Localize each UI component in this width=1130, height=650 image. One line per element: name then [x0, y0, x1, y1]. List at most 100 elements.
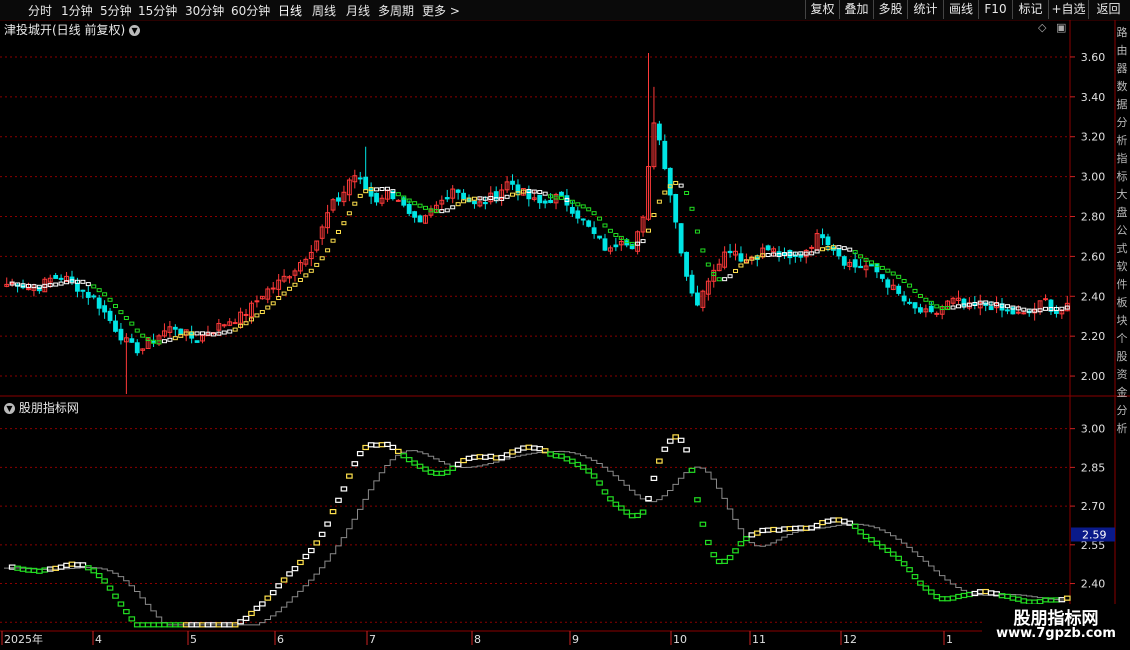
indicator-step [949, 595, 957, 601]
indicator-step [101, 578, 108, 584]
indicator-step [786, 526, 794, 532]
indicator-step [1015, 596, 1022, 602]
indicator-step [775, 527, 783, 533]
indicator-step [726, 554, 734, 561]
side-strip-char: 盘 [1117, 205, 1128, 219]
candle-body [836, 248, 842, 257]
indicator-step [302, 553, 310, 560]
y-tick-label: 3.40 [1081, 91, 1106, 104]
candle-body [336, 197, 341, 202]
ma-segment [140, 333, 146, 338]
indicator-step [927, 589, 935, 595]
indicator-step [639, 509, 647, 515]
candle-body [602, 238, 608, 251]
indicator-step [737, 541, 745, 547]
indicator-step [405, 457, 413, 463]
indicator-title: ▼ 股朋指标网 [4, 399, 79, 416]
side-strip-char: 数 [1117, 80, 1128, 93]
ma-segment [956, 304, 962, 309]
indicator-step [242, 615, 250, 621]
ma-segment [325, 248, 331, 253]
candle-body [591, 227, 597, 234]
indicator-step [378, 442, 386, 448]
indicator-step [601, 489, 609, 495]
indicator-step [770, 526, 777, 533]
ma-segment [64, 280, 70, 285]
candle-body [678, 223, 684, 254]
candle-body [510, 180, 515, 185]
candle-body [825, 236, 831, 246]
indicator-step [52, 565, 59, 571]
y-tick-label: 3.00 [1081, 171, 1106, 184]
ma-segment [102, 292, 108, 297]
x-axis-label: 8 [474, 633, 481, 646]
indicator-step [514, 447, 522, 453]
side-strip-char: 软 [1117, 259, 1128, 273]
candle-body [102, 305, 108, 313]
ma-segment [820, 247, 826, 252]
ma-segment [537, 190, 543, 195]
candle-body [178, 328, 184, 335]
candle-body [363, 176, 369, 190]
candle-body [961, 298, 967, 307]
indicator-tick-label: 2.40 [1081, 578, 1106, 591]
ma-segment [308, 268, 314, 273]
indicator-step [1042, 597, 1049, 603]
indicator-step [889, 551, 897, 557]
indicator-step [19, 566, 27, 572]
ma-segment [80, 279, 86, 284]
indicator-step [133, 622, 141, 628]
candle-body [656, 123, 662, 141]
indicator-step [1004, 593, 1011, 599]
x-axis-label: 4 [95, 633, 102, 646]
chart-canvas[interactable]: 3.60 3.40 3.20 3.00 2.80 2.60 2.40 2.20 2.00 3.00… [0, 0, 1130, 650]
candle-body [107, 310, 113, 321]
ma-segment [379, 187, 385, 192]
indicator-step [732, 548, 739, 554]
indicator-step [650, 475, 658, 481]
ma-segment [841, 246, 847, 251]
indicator-step [41, 567, 49, 573]
indicator-lag-line [4, 450, 1070, 626]
indicator-step [438, 470, 446, 476]
side-strip-char: 公 [1117, 224, 1128, 237]
side-strip-char: 析 [1117, 133, 1128, 147]
indicator-step [90, 568, 98, 574]
indicator-step [764, 527, 772, 533]
indicator-step [307, 547, 315, 554]
indicator-step [286, 571, 293, 577]
indicator-step [492, 455, 500, 461]
indicator-step [487, 453, 495, 459]
value-box-label: 2.59 [1082, 528, 1107, 541]
indicator-step [830, 517, 837, 523]
indicator-step [944, 596, 951, 602]
ma-segment [597, 216, 603, 221]
candle-body [689, 274, 695, 294]
indicator-step [329, 509, 337, 515]
ma-segment [879, 265, 885, 270]
indicator-step [857, 529, 864, 535]
indicator-step [634, 512, 641, 519]
ma-segment [950, 305, 956, 310]
ma-segment [455, 202, 461, 207]
indicator-step [530, 445, 538, 451]
x-axis-label: 1 [946, 633, 953, 646]
candle-body [96, 297, 102, 309]
ma-segment [580, 204, 586, 209]
candle-body [194, 340, 200, 343]
indicator-step [476, 454, 484, 460]
ma-segment [384, 186, 390, 191]
indicator-step [569, 458, 576, 464]
candle-body [809, 246, 815, 249]
indicator-step [715, 558, 723, 565]
indicator-step [563, 456, 571, 462]
indicator-step [781, 526, 788, 532]
indicator-title-text: 股朋指标网 [18, 401, 79, 415]
ma-segment [640, 239, 646, 244]
candle-body [564, 195, 570, 206]
chevron-down-icon[interactable]: ▼ [4, 403, 15, 414]
candle-body [36, 286, 42, 292]
ma-segment [346, 211, 352, 216]
ma-segment [417, 203, 423, 208]
indicator-step [454, 461, 462, 467]
